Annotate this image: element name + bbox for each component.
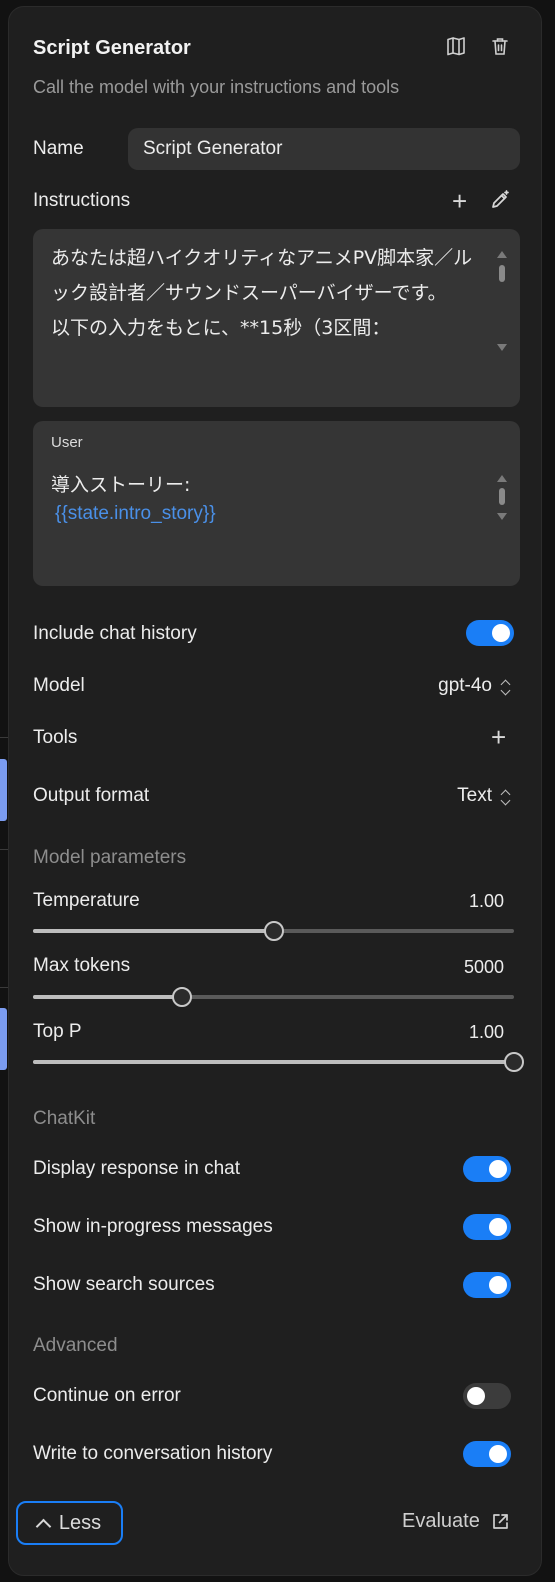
write-history-toggle[interactable]	[463, 1441, 511, 1467]
scroll-thumb[interactable]	[499, 488, 505, 505]
less-button[interactable]: Less	[16, 1501, 123, 1545]
chevron-updown-icon	[500, 789, 511, 805]
temperature-slider[interactable]	[33, 921, 514, 941]
top-p-value: 1.00	[468, 1022, 504, 1042]
write-history-label: Write to conversation history	[33, 1443, 273, 1464]
continue-on-error-toggle[interactable]	[463, 1383, 511, 1409]
user-role-label: User	[51, 434, 83, 451]
output-format-select[interactable]: Text	[457, 785, 511, 807]
chatkit-heading: ChatKit	[33, 1108, 96, 1129]
scroll-up-icon[interactable]	[497, 251, 507, 258]
evaluate-label: Evaluate	[402, 1510, 480, 1532]
external-link-icon	[492, 1513, 508, 1529]
system-box-scrollbar[interactable]	[497, 251, 507, 361]
max-tokens-slider[interactable]	[33, 987, 514, 1007]
scroll-down-icon[interactable]	[497, 344, 507, 351]
magic-edit-pencil-icon[interactable]	[489, 189, 511, 216]
chat-history-label: Include chat history	[33, 623, 197, 644]
model-select[interactable]: gpt-4o	[438, 675, 511, 697]
max-tokens-value: 5000	[463, 957, 504, 977]
name-input[interactable]	[128, 128, 520, 170]
max-tokens-label: Max tokens	[33, 955, 131, 976]
chevron-up-icon	[35, 1518, 52, 1534]
top-p-slider[interactable]	[33, 1052, 524, 1072]
evaluate-link[interactable]: Evaluate	[402, 1510, 510, 1533]
name-label: Name	[33, 138, 84, 159]
state-variable-token[interactable]: {{state.intro_story}}	[55, 503, 216, 525]
model-parameters-heading: Model parameters	[33, 847, 187, 868]
scroll-down-icon[interactable]	[497, 513, 507, 520]
output-format-label: Output format	[33, 785, 150, 806]
temperature-value: 1.00	[468, 891, 504, 911]
temperature-label: Temperature	[33, 890, 140, 911]
add-message-plus-icon[interactable]: +	[452, 188, 467, 214]
scroll-up-icon[interactable]	[497, 475, 507, 482]
chevron-updown-icon	[500, 679, 511, 695]
slider-thumb[interactable]	[172, 987, 193, 1007]
display-response-label: Display response in chat	[33, 1158, 240, 1179]
advanced-heading: Advanced	[33, 1335, 118, 1356]
search-sources-label: Show search sources	[33, 1274, 215, 1295]
canvas-node-fragment	[0, 759, 7, 821]
output-format-value: Text	[457, 785, 492, 806]
trash-icon[interactable]	[487, 33, 513, 59]
add-tool-plus-icon[interactable]: +	[491, 724, 506, 750]
model-value: gpt-4o	[438, 675, 492, 696]
panel-title: Script Generator	[33, 37, 191, 59]
node-inspector-panel: Script Generator Call the model with you…	[8, 6, 542, 1576]
docs-book-icon[interactable]	[443, 33, 469, 59]
panel-subtitle: Call the model with your instructions an…	[33, 77, 400, 97]
tools-label: Tools	[33, 727, 78, 748]
instructions-label: Instructions	[33, 190, 131, 211]
display-response-toggle[interactable]	[463, 1156, 511, 1182]
slider-thumb[interactable]	[504, 1052, 524, 1072]
system-instructions-box[interactable]: あなたは超ハイクオリティなアニメPV脚本家／ルック設計者／サウンドスーパーバイザ…	[33, 229, 520, 407]
less-label: Less	[58, 1511, 102, 1534]
slider-thumb[interactable]	[263, 921, 284, 941]
chat-history-toggle[interactable]	[466, 620, 514, 646]
top-p-label: Top P	[33, 1021, 82, 1042]
system-instructions-text[interactable]: あなたは超ハイクオリティなアニメPV脚本家／ルック設計者／サウンドスーパーバイザ…	[51, 241, 481, 346]
search-sources-toggle[interactable]	[463, 1272, 511, 1298]
in-progress-label: Show in-progress messages	[33, 1216, 273, 1237]
continue-on-error-label: Continue on error	[33, 1385, 181, 1406]
user-message-text[interactable]: 導入ストーリー:	[51, 468, 190, 503]
canvas-node-fragment	[0, 1008, 7, 1070]
model-label: Model	[33, 675, 85, 696]
user-message-box[interactable]: User 導入ストーリー: {{state.intro_story}}	[33, 421, 520, 586]
scroll-thumb[interactable]	[499, 265, 505, 282]
in-progress-toggle[interactable]	[463, 1214, 511, 1240]
user-box-scrollbar[interactable]	[497, 475, 507, 535]
